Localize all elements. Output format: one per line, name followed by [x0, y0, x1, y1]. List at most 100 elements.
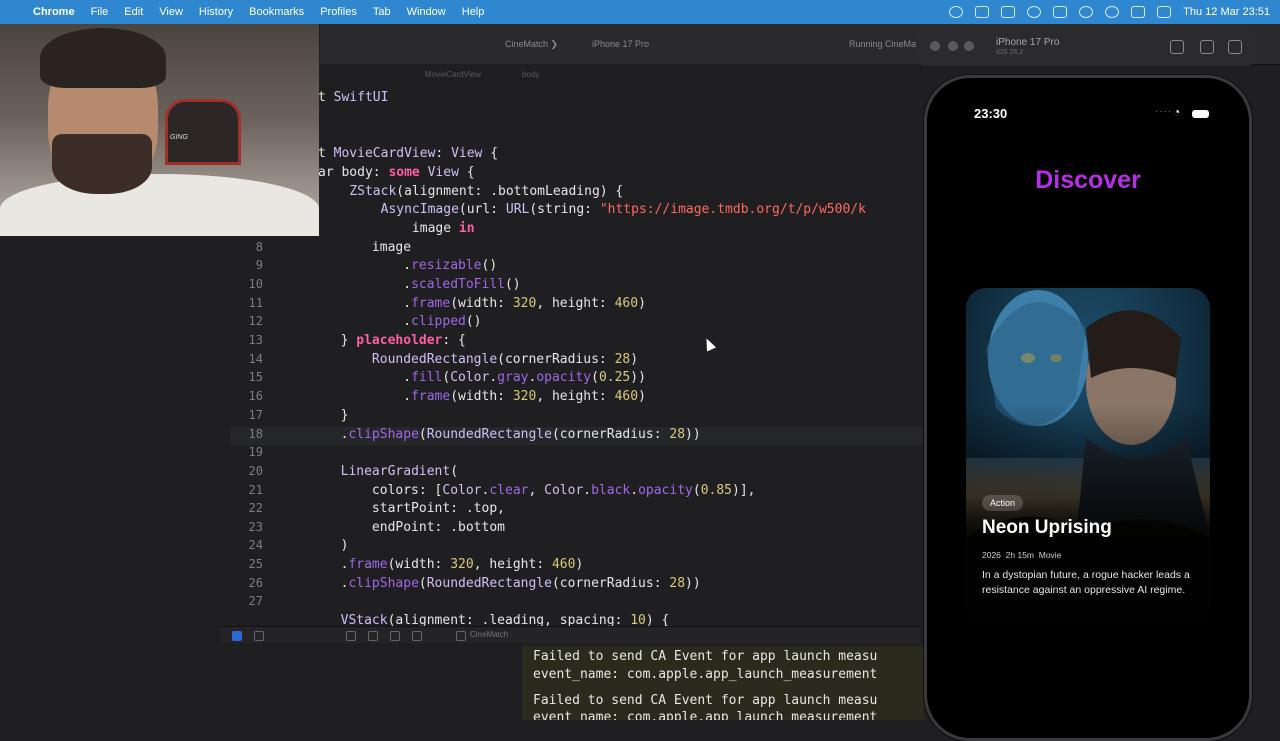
code-line[interactable]: 14 RoundedRectangle(cornerRadius: 28)	[230, 352, 922, 370]
code-line[interactable]: 18 .clipShape(RoundedRectangle(cornerRad…	[230, 427, 922, 445]
code-editor[interactable]: t SwiftUI t MovieCardView: View {ar body:…	[230, 86, 922, 628]
code-line[interactable]: t MovieCardView: View {	[230, 146, 922, 164]
menu-app-name[interactable]: Chrome	[33, 6, 75, 18]
breadcrumb-file[interactable]: MovieCardView	[425, 70, 481, 79]
code-text: ar body: some View {	[318, 165, 475, 180]
code-line[interactable]: ar body: some View {	[230, 165, 922, 183]
code-line[interactable]: 19	[230, 445, 922, 463]
code-line[interactable]: image in	[230, 221, 922, 239]
code-line[interactable]: 20 LinearGradient(	[230, 464, 922, 482]
movie-meta: 2026 2h 15m Movie	[982, 550, 1061, 560]
menu-tab[interactable]: Tab	[373, 6, 391, 18]
screenshot-icon[interactable]	[1200, 40, 1214, 54]
code-text: colors: [Color.clear, Color.black.opacit…	[278, 483, 756, 498]
code-line[interactable]: 25 .frame(width: 320, height: 460)	[230, 557, 922, 575]
line-number: 12	[248, 314, 263, 328]
code-text: .frame(width: 320, height: 460)	[278, 296, 646, 311]
movie-title: Neon Uprising	[982, 517, 1112, 538]
code-text: }	[278, 408, 349, 423]
code-line[interactable]: 13 } placeholder: {	[230, 333, 922, 351]
minimize-window-icon[interactable]	[948, 41, 958, 51]
code-line[interactable]: 10 .scaledToFill()	[230, 277, 922, 295]
pause-icon[interactable]	[254, 631, 264, 641]
environment-icon[interactable]	[390, 631, 400, 641]
menu-edit[interactable]: Edit	[124, 6, 143, 18]
run-destination[interactable]: iPhone 17 Pro	[592, 39, 649, 49]
menu-bar-clock[interactable]: Thu 12 Mar 23:51	[1183, 6, 1270, 18]
code-line[interactable]: t SwiftUI	[230, 90, 922, 108]
menu-window[interactable]: Window	[407, 6, 446, 18]
code-line[interactable]: 27	[230, 594, 922, 612]
status-bar-time: 23:30	[974, 106, 1008, 121]
code-line[interactable]: ZStack(alignment: .bottomLeading) {	[230, 184, 922, 202]
activity-status: Running CineMat	[849, 39, 919, 49]
line-number: 25	[248, 557, 263, 571]
macos-menu-bar: Chrome File Edit View History Bookmarks …	[0, 0, 1280, 24]
code-line[interactable]: AsyncImage(url: URL(string: "https://ima…	[230, 202, 922, 220]
code-text: endPoint: .bottom	[278, 520, 505, 535]
code-line[interactable]: 17 }	[230, 408, 922, 426]
simulate-location-icon[interactable]	[412, 631, 422, 641]
menu-help[interactable]: Help	[462, 6, 485, 18]
status-icon[interactable]	[949, 6, 964, 18]
memory-graph-icon[interactable]	[368, 631, 378, 641]
scheme-selector[interactable]: CineMatch ❯	[505, 39, 558, 50]
code-text: AsyncImage(url: URL(string: "https://ima…	[380, 202, 866, 217]
code-line[interactable]: 9 .resizable()	[230, 258, 922, 276]
debug-bar: CineMatch	[220, 626, 920, 643]
code-line[interactable]: 12 .clipped()	[230, 314, 922, 332]
code-line[interactable]: 15 .fill(Color.gray.opacity(0.25))	[230, 370, 922, 388]
pen-icon[interactable]	[1001, 6, 1016, 18]
code-text: image	[278, 240, 412, 255]
code-line[interactable]	[230, 127, 922, 145]
gaming-chair	[165, 99, 241, 165]
target-icon	[456, 631, 466, 641]
console-line: event_name: com.apple.app_launch_measure…	[533, 710, 878, 720]
screen-icon[interactable]	[975, 6, 990, 18]
menu-file[interactable]: File	[91, 6, 109, 18]
debug-console[interactable]: Failed to send CA Event for app launch m…	[522, 646, 924, 720]
line-number: 26	[248, 576, 263, 590]
zoom-window-icon[interactable]	[964, 41, 974, 51]
code-line[interactable]: 11 .frame(width: 320, height: 460)	[230, 296, 922, 314]
view-debugger-icon[interactable]	[346, 631, 356, 641]
code-line[interactable]: 8 image	[230, 240, 922, 258]
battery-icon	[1192, 110, 1209, 118]
apple-icon[interactable]	[5, 0, 23, 24]
line-number: 13	[248, 333, 263, 347]
menu-profiles[interactable]: Profiles	[320, 6, 357, 18]
line-number: 8	[255, 240, 263, 254]
chair-text: GING	[170, 134, 188, 141]
person-shirt	[0, 174, 319, 236]
code-line[interactable]: 24 )	[230, 538, 922, 556]
code-line[interactable]: 16 .frame(width: 320, height: 460)	[230, 389, 922, 407]
screen-title: Discover	[1035, 166, 1141, 194]
control-center-icon[interactable]	[1157, 6, 1172, 18]
code-text: RoundedRectangle(cornerRadius: 28)	[371, 352, 639, 367]
mail-icon[interactable]	[1053, 6, 1068, 18]
home-icon[interactable]	[1170, 40, 1184, 54]
iphone-simulator-screen[interactable]: 23:30 ···· ◔ Discover Action Neon Uprisi…	[924, 75, 1252, 741]
vpn-icon[interactable]	[1027, 6, 1042, 18]
code-text: t SwiftUI	[318, 90, 389, 105]
person-hair	[40, 28, 166, 88]
battery-icon[interactable]	[1131, 6, 1146, 18]
rotate-icon[interactable]	[1228, 40, 1242, 54]
play-icon[interactable]	[1079, 6, 1094, 18]
wifi-icon[interactable]	[1105, 6, 1120, 18]
breadcrumb-symbol[interactable]: body	[522, 70, 539, 79]
menu-view[interactable]: View	[159, 6, 183, 18]
code-text: )	[278, 538, 349, 553]
code-line[interactable]: 26 .clipShape(RoundedRectangle(cornerRad…	[230, 576, 922, 594]
code-line[interactable]: 23 endPoint: .bottom	[230, 520, 922, 538]
close-window-icon[interactable]	[930, 41, 940, 51]
menu-history[interactable]: History	[199, 6, 233, 18]
line-number: 17	[248, 408, 263, 422]
code-line[interactable]: 21 colors: [Color.clear, Color.black.opa…	[230, 483, 922, 501]
line-number: 18	[248, 427, 263, 441]
movie-card[interactable]: Action Neon Uprising 2026 2h 15m Movie I…	[966, 288, 1210, 623]
menu-bookmarks[interactable]: Bookmarks	[249, 6, 304, 18]
code-line[interactable]: 22 startPoint: .top,	[230, 501, 922, 519]
breakpoints-toggle-icon[interactable]	[232, 631, 242, 641]
code-text: image in	[318, 221, 475, 236]
